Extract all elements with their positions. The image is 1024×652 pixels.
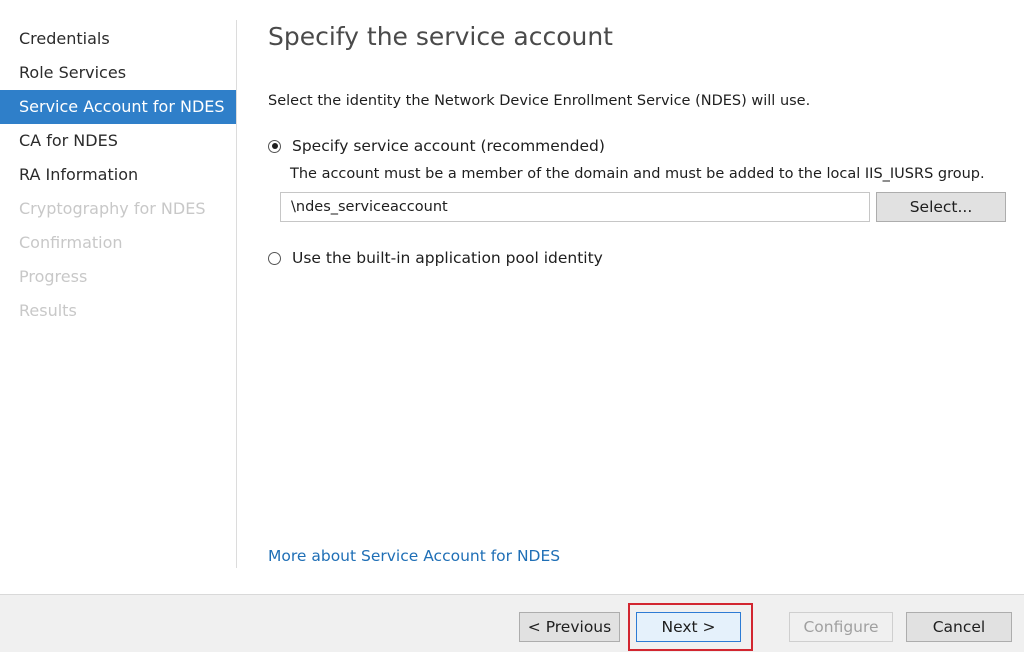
page-description: Select the identity the Network Device E… <box>268 93 811 109</box>
nav-step-cryptography: Cryptography for NDES <box>19 199 206 218</box>
select-account-button[interactable]: Select... <box>876 192 1006 222</box>
previous-button[interactable]: < Previous <box>519 612 620 642</box>
specify-account-label[interactable]: Specify service account (recommended) <box>292 137 605 155</box>
account-requirement-note: The account must be a member of the doma… <box>290 166 985 182</box>
ndes-configuration-wizard: Credentials Role Services Service Accoun… <box>0 0 1024 652</box>
builtin-identity-radio[interactable] <box>268 251 281 265</box>
nav-step-results: Results <box>19 301 77 320</box>
more-about-link[interactable]: More about Service Account for NDES <box>268 547 560 565</box>
next-button[interactable]: Next > <box>636 612 741 642</box>
main-content: Specify the service account Select the i… <box>268 0 1013 590</box>
nav-step-confirmation: Confirmation <box>19 233 123 252</box>
nav-step-ca-for-ndes[interactable]: CA for NDES <box>0 124 236 158</box>
builtin-identity-label[interactable]: Use the built-in application pool identi… <box>292 249 603 267</box>
builtin-identity-option[interactable]: Use the built-in application pool identi… <box>268 249 603 267</box>
service-account-input[interactable] <box>280 192 870 222</box>
nav-step-ra-information[interactable]: RA Information <box>0 158 236 192</box>
nav-step-role-services[interactable]: Role Services <box>0 56 236 90</box>
page-title: Specify the service account <box>268 22 613 51</box>
cancel-button[interactable]: Cancel <box>906 612 1012 642</box>
nav-step-service-account[interactable]: Service Account for NDES <box>0 90 236 124</box>
configure-button: Configure <box>789 612 893 642</box>
nav-step-progress: Progress <box>19 267 88 286</box>
nav-divider <box>236 20 237 568</box>
specify-account-radio[interactable] <box>268 139 281 153</box>
specify-account-option[interactable]: Specify service account (recommended) <box>268 137 605 155</box>
wizard-footer: < Previous Next > Configure Cancel <box>0 594 1024 652</box>
nav-step-credentials[interactable]: Credentials <box>0 22 236 56</box>
wizard-steps-nav: Credentials Role Services Service Accoun… <box>0 22 236 328</box>
